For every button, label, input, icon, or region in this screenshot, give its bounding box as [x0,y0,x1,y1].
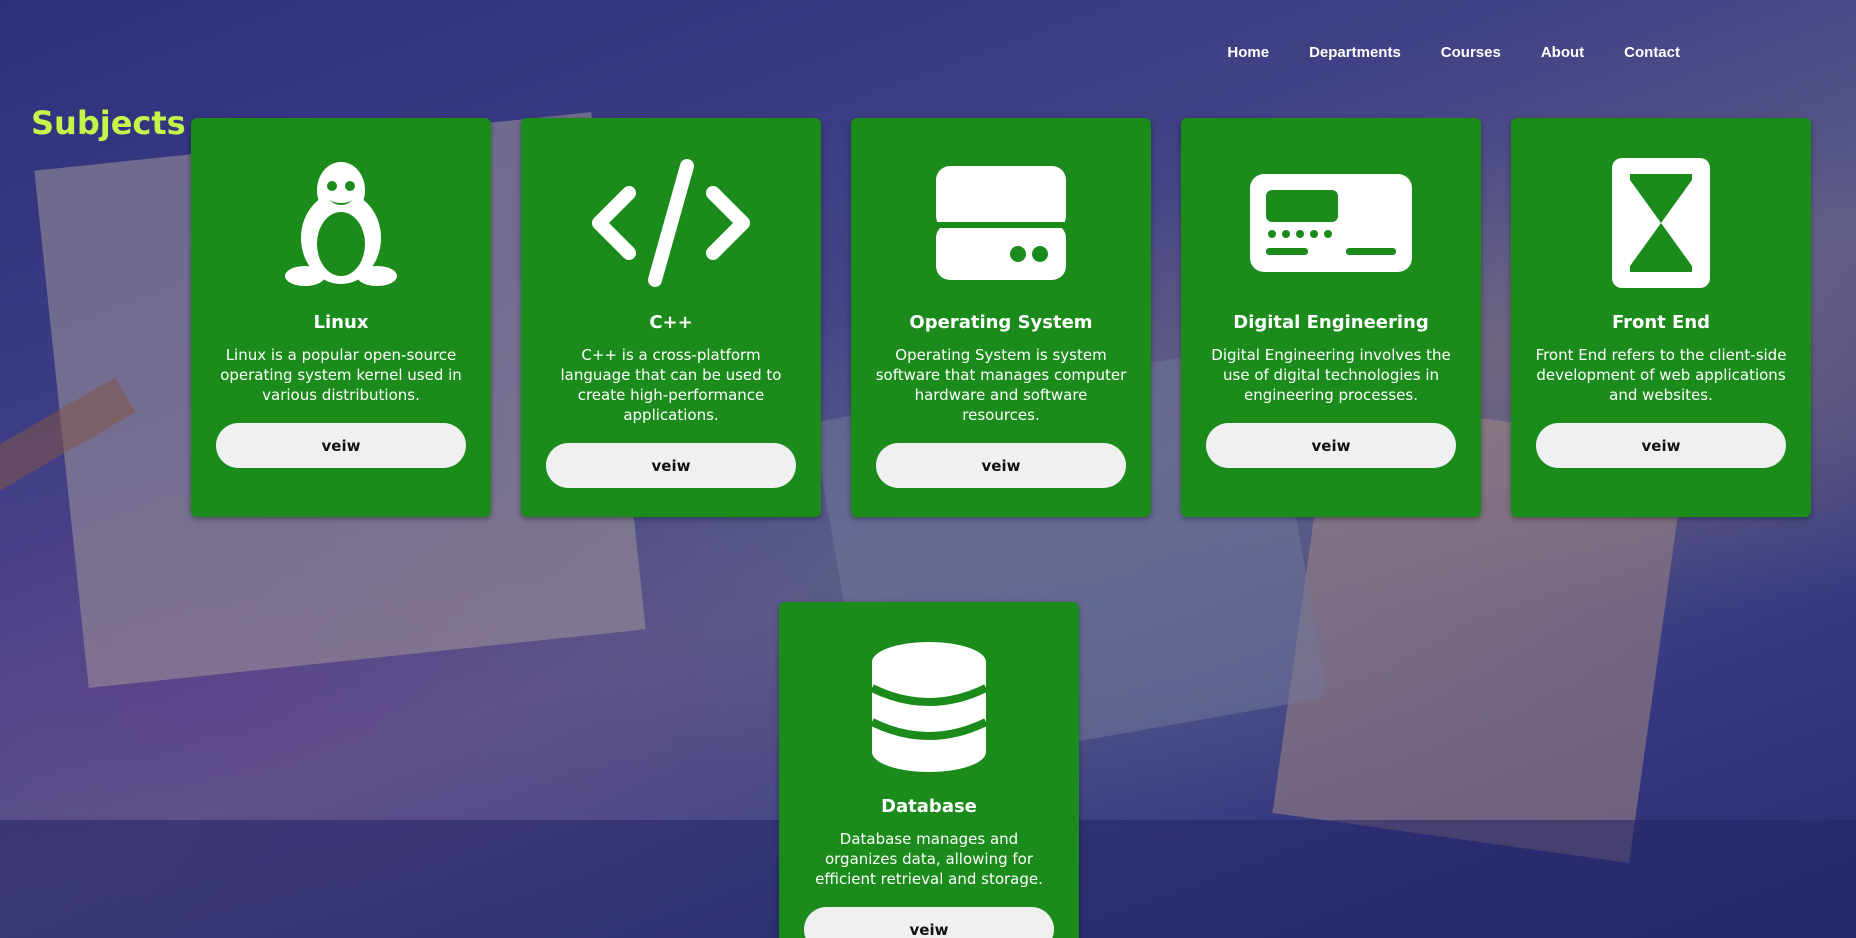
server-icon [875,158,1127,288]
card-front-end: Front End Front End refers to the client… [1511,118,1811,517]
linux-penguin-icon [215,158,467,288]
nav-departments[interactable]: Departments [1309,44,1401,61]
card-title: Linux [313,312,369,333]
top-navigation: Home Departments Courses About Contact [1227,44,1680,61]
card-database: Database Database manages and organizes … [779,602,1079,938]
card-operating-system: Operating System Operating System is sys… [851,118,1151,517]
card-title: Database [881,796,977,817]
view-front-end-button[interactable]: veiw [1536,423,1786,468]
nav-about[interactable]: About [1541,44,1584,61]
view-linux-button[interactable]: veiw [216,423,466,468]
nav-contact[interactable]: Contact [1624,44,1680,61]
card-description: Front End refers to the client-side deve… [1535,346,1787,404]
card-title: Operating System [909,312,1093,333]
nav-home[interactable]: Home [1227,44,1269,61]
view-digital-engineering-button[interactable]: veiw [1206,423,1456,468]
card-digital-engineering: Digital Engineering Digital Engineering … [1181,118,1481,517]
card-description: Database manages and organizes data, all… [815,830,1043,888]
card-cpp: C++ C++ is a cross-platform language tha… [521,118,821,517]
card-title: C++ [649,312,693,333]
card-description: Linux is a popular open-source operating… [220,346,462,404]
view-database-button[interactable]: veiw [804,907,1054,938]
hourglass-frame-icon [1535,158,1787,288]
page-title: Subjects [31,104,186,142]
database-icon [803,642,1055,772]
view-cpp-button[interactable]: veiw [546,443,796,488]
view-operating-system-button[interactable]: veiw [876,443,1126,488]
card-description: Digital Engineering involves the use of … [1211,346,1451,404]
card-description: C++ is a cross-platform language that ca… [560,346,782,424]
card-description: Operating System is system software that… [875,346,1127,424]
nav-courses[interactable]: Courses [1441,44,1501,61]
card-linux: Linux Linux is a popular open-source ope… [191,118,491,517]
card-title: Digital Engineering [1233,312,1429,333]
card-title: Front End [1611,312,1711,333]
keyboard-device-icon [1205,158,1457,288]
code-icon [545,158,797,288]
